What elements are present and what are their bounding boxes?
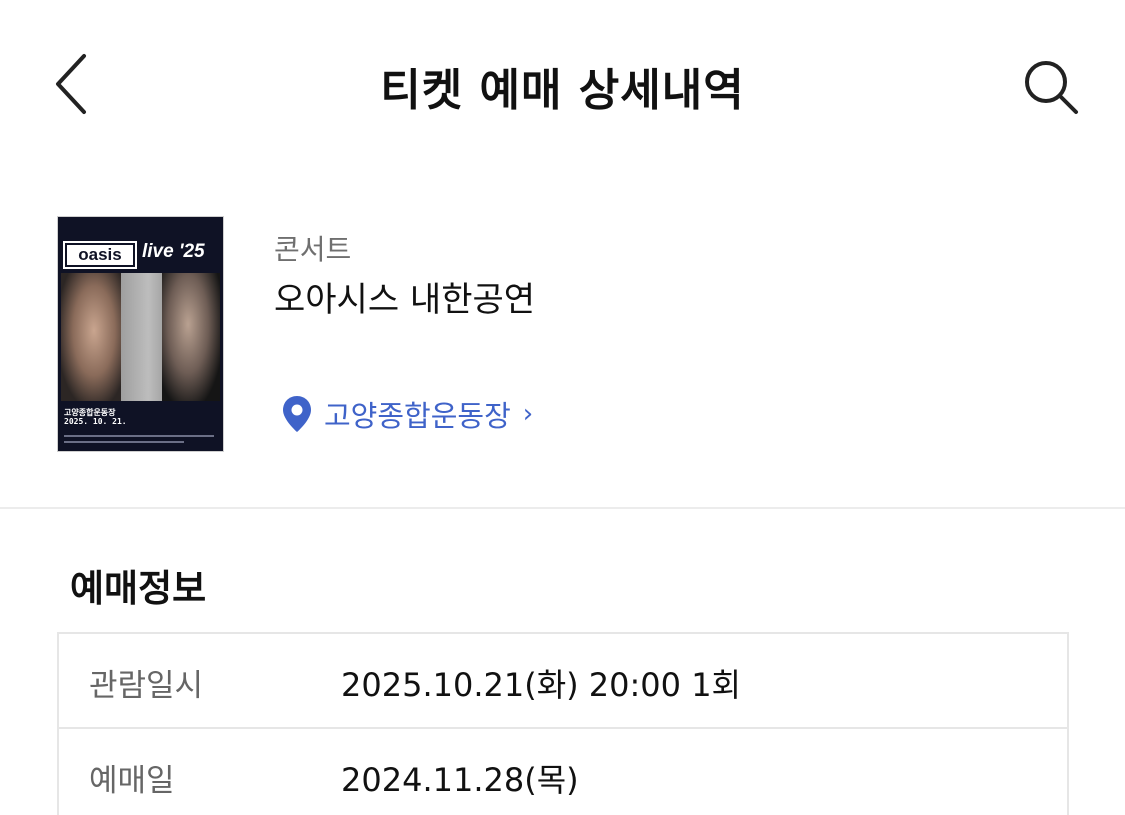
poster-date: 2025. 10. 21.: [64, 417, 127, 426]
page-title: 티켓 예매 상세내역: [380, 65, 745, 116]
poster-logo-text: oasis: [67, 245, 133, 265]
poster-photo: [61, 273, 220, 401]
poster-fine-print: [64, 441, 184, 443]
venue-name: 고양종합운동장: [324, 399, 511, 433]
poster-header: oasis live '25: [58, 217, 223, 273]
poster-face-left: [61, 273, 121, 401]
poster-face-right: [162, 273, 220, 401]
poster-logo: oasis: [63, 241, 137, 269]
ticket-detail-page: 티켓 예매 상세내역 oasis live '25 고양종합운동장 2025. …: [0, 0, 1125, 815]
poster-footer: 고양종합운동장 2025. 10. 21.: [58, 401, 223, 451]
venue-link[interactable]: 고양종합운동장 ›: [282, 392, 533, 436]
chevron-right-icon: ›: [522, 399, 534, 429]
poster-tagline: live '25: [142, 241, 205, 262]
booking-date-label: 예매일: [89, 763, 175, 799]
top-app-bar: 티켓 예매 상세내역: [0, 0, 1125, 170]
event-title: 오아시스 내한공연: [274, 280, 536, 320]
section-divider: [0, 507, 1125, 509]
search-icon: [1025, 61, 1078, 114]
search-button[interactable]: [1016, 52, 1086, 122]
event-category: 콘서트: [274, 233, 352, 266]
booking-date-value: 2024.11.28(목): [341, 761, 579, 799]
table-row: 관람일시 2025.10.21(화) 20:00 1회: [59, 634, 1067, 727]
location-pin-icon: [283, 396, 311, 432]
viewing-datetime-value: 2025.10.21(화) 20:00 1회: [341, 666, 741, 704]
table-row: 예매일 2024.11.28(목): [59, 727, 1067, 815]
event-summary: oasis live '25 고양종합운동장 2025. 10. 21. 콘서트…: [0, 200, 1125, 500]
booking-info-title: 예매정보: [70, 567, 207, 610]
viewing-datetime-label: 관람일시: [89, 668, 204, 704]
poster-fine-print: [64, 435, 214, 437]
booking-info-table: 관람일시 2025.10.21(화) 20:00 1회 예매일 2024.11.…: [57, 632, 1069, 815]
event-poster[interactable]: oasis live '25 고양종합운동장 2025. 10. 21.: [57, 216, 224, 452]
